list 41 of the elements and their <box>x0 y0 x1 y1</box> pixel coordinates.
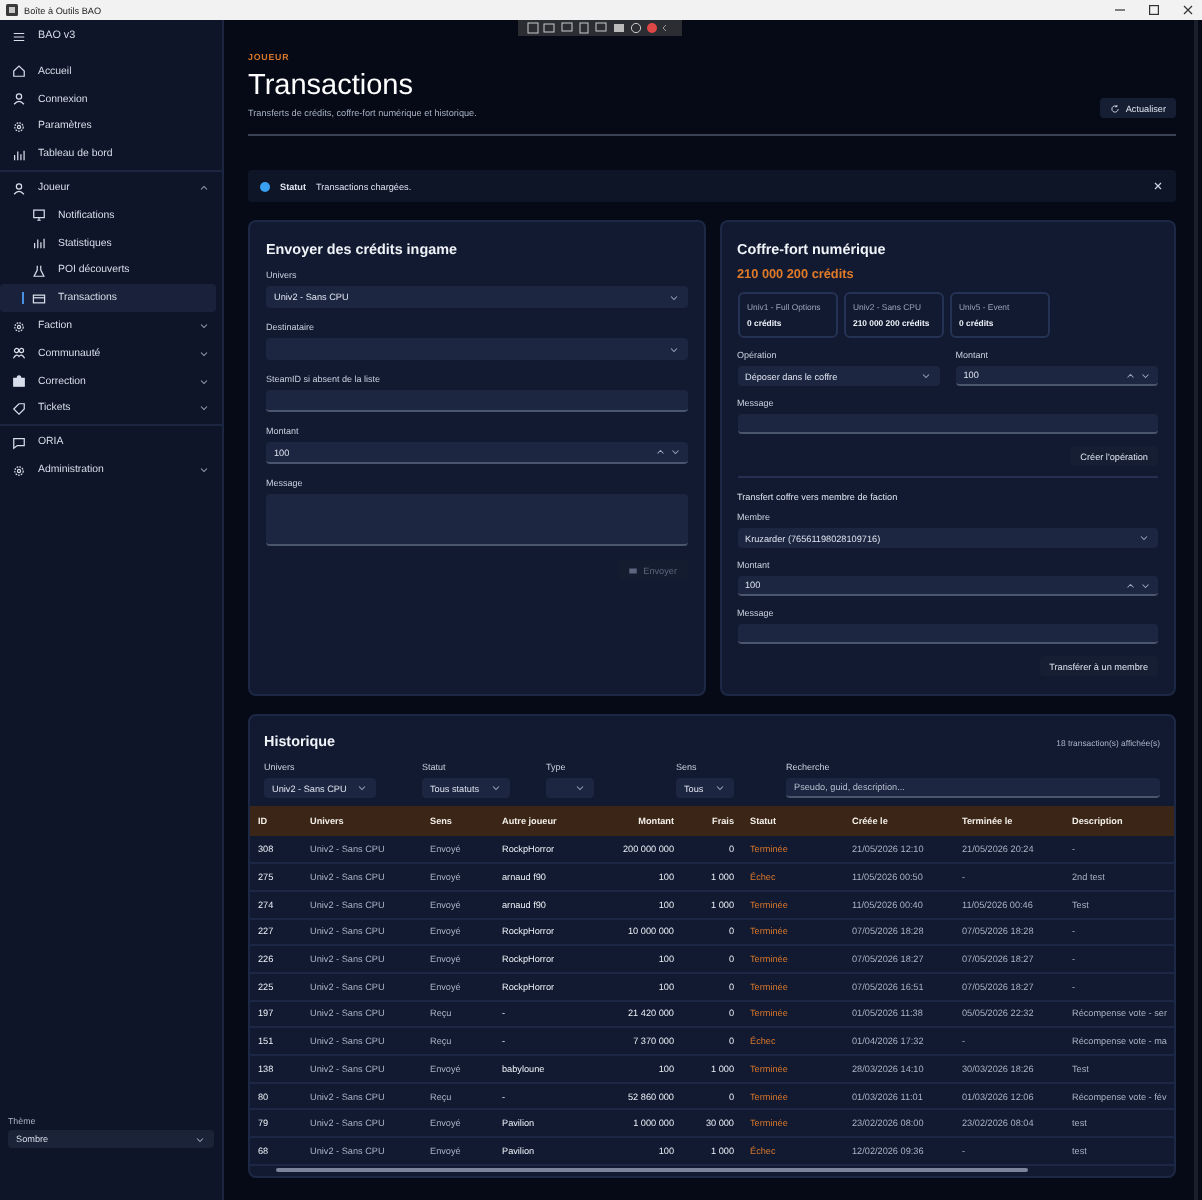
chat-icon <box>12 435 26 450</box>
chevron-down-icon <box>667 343 679 355</box>
page-title: Transactions <box>248 70 415 102</box>
text-field[interactable] <box>737 624 1158 644</box>
maximize-icon[interactable] <box>1146 2 1162 18</box>
user-icon <box>12 92 26 107</box>
people-icon <box>12 346 26 361</box>
stepper-icon[interactable] <box>1126 369 1150 381</box>
remote-toolbar-drawing[interactable] <box>518 20 682 36</box>
chevron-down-icon <box>356 782 369 794</box>
chart-icon <box>12 147 26 162</box>
user-icon <box>12 181 26 196</box>
gear-icon <box>12 463 26 478</box>
monitor-icon <box>32 208 46 223</box>
scrollbar[interactable] <box>276 1167 1029 1172</box>
app-icon <box>6 4 18 16</box>
card-icon <box>627 565 638 575</box>
select-field[interactable] <box>266 338 687 360</box>
chevron-down-icon <box>1138 532 1150 544</box>
info-icon <box>260 181 270 191</box>
chevron-down-icon <box>713 782 726 794</box>
chevron-down-icon <box>489 782 502 794</box>
tag-icon <box>12 401 26 416</box>
card-icon <box>32 291 46 306</box>
message-field[interactable] <box>266 494 687 546</box>
home-icon <box>12 64 26 79</box>
text-field[interactable] <box>737 414 1158 434</box>
stepper-icon[interactable] <box>655 446 679 458</box>
close-icon[interactable] <box>1180 2 1196 18</box>
chevron-down-icon <box>919 370 932 382</box>
flask-icon <box>32 263 46 278</box>
gear-icon <box>12 119 26 134</box>
gear-icon <box>12 319 26 334</box>
menu-icon[interactable] <box>12 29 26 43</box>
chevron-down-icon <box>667 291 679 303</box>
chevron-down-icon <box>194 1133 206 1145</box>
stepper-icon[interactable] <box>1126 579 1150 591</box>
chevron-down-icon <box>574 782 586 794</box>
chart-icon <box>32 236 46 251</box>
text-field[interactable] <box>266 390 687 412</box>
refresh-icon <box>1109 103 1120 113</box>
